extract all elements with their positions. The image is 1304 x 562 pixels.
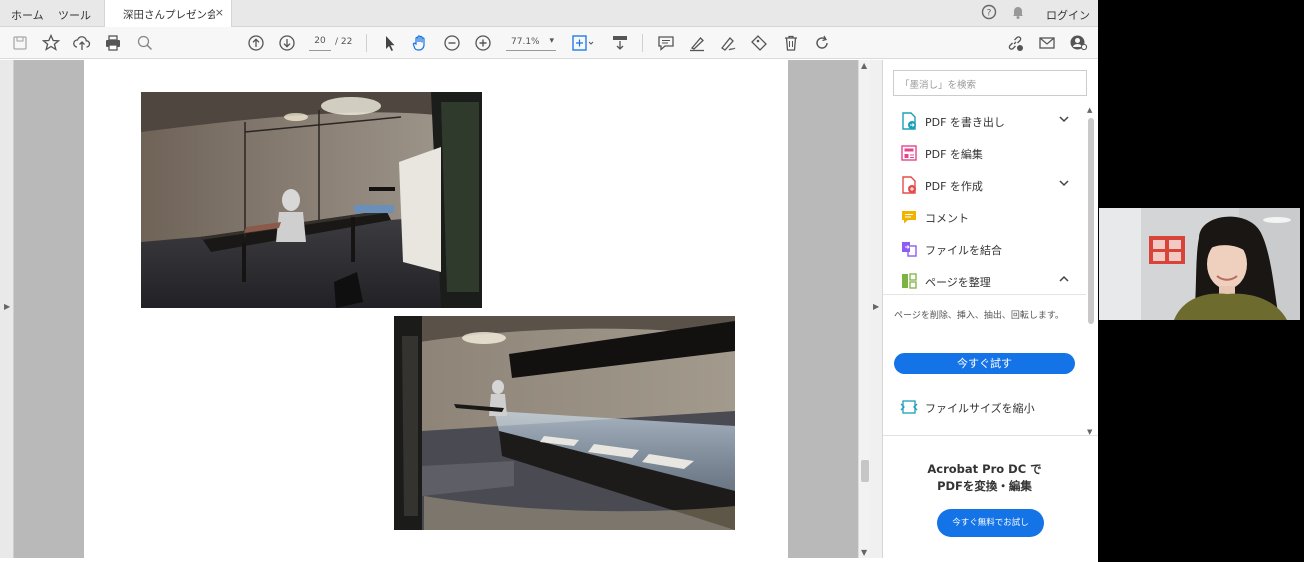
tool-create-pdf[interactable]: PDF を作成 [883, 170, 1086, 202]
tool-label: ページを整理 [925, 276, 991, 289]
document-tab-title: 深田さんプレゼン会11... [123, 9, 215, 21]
print-icon[interactable] [103, 33, 123, 53]
chevron-down-icon[interactable] [1057, 112, 1071, 126]
chevron-down-icon: ▾ [549, 36, 554, 46]
free-trial-button[interactable]: 今すぐ無料でお試し [937, 509, 1044, 537]
tool-label: PDF を書き出し [925, 116, 1005, 129]
tab-tools[interactable]: ツール [58, 7, 91, 23]
scroll-up-icon[interactable]: ▲ [861, 61, 867, 70]
tab-document[interactable]: 深田さんプレゼン会11... × [104, 0, 232, 27]
panel-divider [883, 294, 1086, 295]
webcam-video-thumbnail [1099, 208, 1300, 320]
fit-page-icon[interactable] [570, 33, 596, 53]
scroll-mode-icon[interactable] [610, 33, 630, 53]
combine-files-icon [900, 240, 918, 258]
export-pdf-icon [900, 112, 918, 130]
svg-text:?: ? [987, 9, 992, 19]
tool-compress-pdf[interactable]: ファイルサイズを縮小 [883, 392, 1086, 424]
right-pane-toggle[interactable]: ▶ [870, 60, 883, 558]
notification-bell-icon[interactable] [1010, 4, 1026, 23]
left-pane-toggle[interactable]: ▶ [0, 60, 14, 558]
interior-render-image-2 [394, 316, 735, 530]
tool-label: ファイルサイズを縮小 [925, 402, 1035, 415]
main-toolbar: 20 / 22 77.1% ▾ [0, 27, 1098, 59]
panel-scrollbar[interactable]: ▲ ▼ [1086, 106, 1096, 436]
login-link[interactable]: ログイン [1046, 7, 1090, 23]
zoom-level-select[interactable]: 77.1% ▾ [506, 36, 556, 51]
document-scrollbar[interactable]: ▲ ▼ [858, 60, 870, 558]
add-comment-icon[interactable] [656, 33, 676, 53]
bookmark-star-icon[interactable] [41, 33, 61, 53]
expand-left-icon[interactable]: ▶ [4, 302, 10, 311]
try-now-button[interactable]: 今すぐ試す [894, 353, 1075, 374]
next-page-icon[interactable] [277, 33, 297, 53]
chevron-up-icon[interactable] [1057, 272, 1071, 286]
toolbar-divider [642, 34, 643, 52]
rotate-icon[interactable] [812, 33, 832, 53]
close-tab-button[interactable]: × [215, 6, 224, 19]
acrobat-window: ホーム ツール 深田さんプレゼン会11... × ? ログイン [0, 0, 1098, 562]
promo-line-2: PDFを変換・編集 [937, 479, 1032, 493]
zoom-out-icon[interactable] [442, 33, 462, 53]
save-icon[interactable] [10, 33, 30, 53]
tools-panel: 「墨消し」を検索 PDF を書き出し PDF を編集 PDF を作成 コメント [883, 60, 1098, 558]
draw-icon[interactable] [718, 33, 738, 53]
compress-pdf-icon [900, 398, 918, 416]
tool-edit-pdf[interactable]: PDF を編集 [883, 138, 1086, 170]
delete-trash-icon[interactable] [781, 33, 801, 53]
panel-scrollbar-thumb[interactable] [1088, 118, 1094, 324]
tool-label: コメント [925, 212, 969, 225]
page-number-input[interactable]: 20 [309, 36, 331, 51]
toolbar-divider [366, 34, 367, 52]
cloud-upload-icon[interactable] [72, 33, 92, 53]
account-user-icon[interactable] [1068, 33, 1088, 53]
expand-right-icon[interactable]: ▶ [873, 302, 879, 311]
tool-search-input[interactable]: 「墨消し」を検索 [893, 70, 1087, 96]
tool-label: PDF を作成 [925, 180, 983, 193]
help-icon[interactable]: ? [981, 4, 997, 23]
previous-page-icon[interactable] [246, 33, 266, 53]
document-scrollbar-thumb[interactable] [861, 460, 869, 482]
organize-description: ページを削除、挿入、抽出、回転します。 [894, 311, 1064, 321]
comment-icon [900, 208, 918, 226]
create-pdf-icon [900, 176, 918, 194]
chevron-down-icon[interactable] [1057, 176, 1071, 190]
acrobat-pro-promo: Acrobat Pro DC で PDFを変換・編集 今すぐ無料でお試し [883, 435, 1098, 558]
tool-export-pdf[interactable]: PDF を書き出し [883, 106, 1086, 138]
tool-label: ファイルを結合 [925, 244, 1002, 257]
stamp-sign-icon[interactable] [749, 33, 769, 53]
tool-combine-files[interactable]: ファイルを結合 [883, 234, 1086, 266]
pdf-page [84, 60, 788, 558]
zoom-level-value: 77.1% [511, 37, 540, 47]
organize-pages-icon [900, 272, 918, 290]
scroll-up-icon[interactable]: ▲ [1087, 106, 1092, 114]
share-link-icon[interactable] [1005, 33, 1025, 53]
zoom-search-icon[interactable] [135, 33, 155, 53]
highlight-pen-icon[interactable] [687, 33, 707, 53]
page-total: / 22 [335, 37, 353, 47]
edit-pdf-icon [900, 144, 918, 162]
hand-tool-icon[interactable] [410, 33, 430, 53]
tab-home[interactable]: ホーム [11, 7, 44, 23]
promo-heading: Acrobat Pro DC で PDFを変換・編集 [883, 461, 1086, 495]
zoom-in-icon[interactable] [473, 33, 493, 53]
interior-render-image-1 [141, 92, 482, 308]
tab-bar: ホーム ツール 深田さんプレゼン会11... × ? ログイン [0, 0, 1098, 27]
select-cursor-icon[interactable] [380, 33, 400, 53]
tool-comment[interactable]: コメント [883, 202, 1086, 234]
tool-label: PDF を編集 [925, 148, 983, 161]
email-icon[interactable] [1037, 33, 1057, 53]
scroll-down-icon[interactable]: ▼ [861, 548, 867, 557]
promo-line-1: Acrobat Pro DC で [927, 462, 1042, 476]
